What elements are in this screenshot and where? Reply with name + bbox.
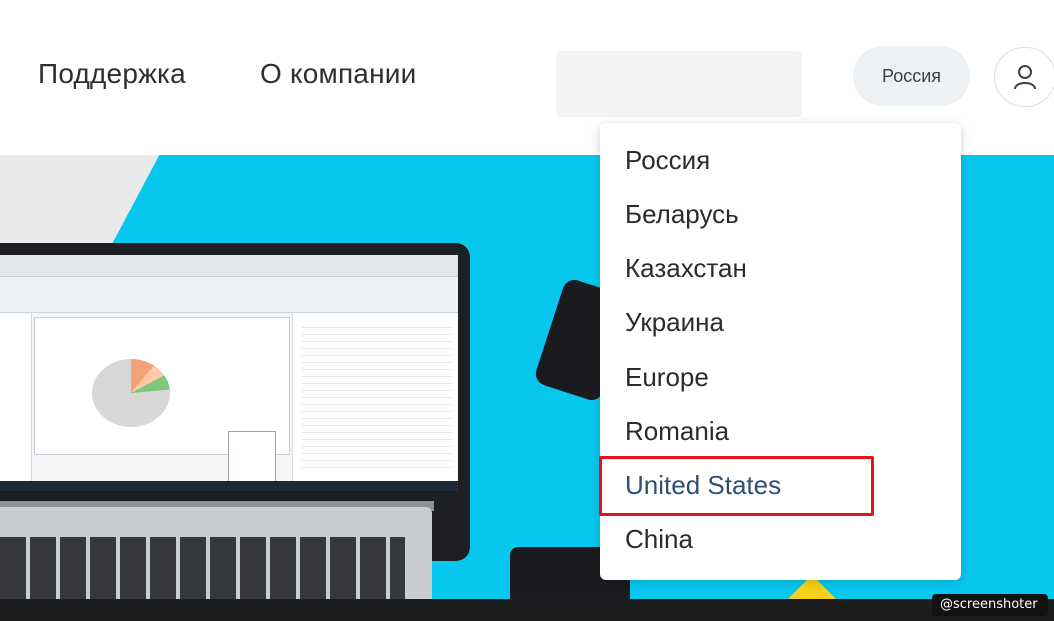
region-dropdown-menu: Россия Беларусь Казахстан Украина Europe…: [600, 123, 961, 580]
region-selector-button[interactable]: Россия: [853, 46, 970, 106]
user-icon: [1014, 65, 1036, 90]
region-option-romania[interactable]: Romania: [625, 416, 729, 446]
region-option-united-states[interactable]: United States: [625, 470, 781, 500]
screenshoter-watermark: @screenshoter: [932, 594, 1048, 616]
nav-link-about-company[interactable]: О компании: [260, 58, 416, 90]
pie-chart-image: [92, 359, 170, 427]
region-option-russia[interactable]: Россия: [625, 145, 710, 175]
bottom-bar: [0, 599, 1054, 621]
nav-link-support[interactable]: Поддержка: [38, 58, 186, 90]
region-option-china[interactable]: China: [625, 524, 693, 554]
region-option-belarus[interactable]: Беларусь: [625, 199, 739, 229]
blurred-phone-number: [556, 51, 802, 117]
region-option-ukraine[interactable]: Украина: [625, 307, 724, 337]
laptop-screen-image: [0, 255, 458, 491]
user-account-button[interactable]: [994, 47, 1054, 107]
keyboard-image: [0, 537, 405, 599]
region-option-europe[interactable]: Europe: [625, 362, 709, 392]
region-option-kazakhstan[interactable]: Казахстан: [625, 253, 747, 283]
